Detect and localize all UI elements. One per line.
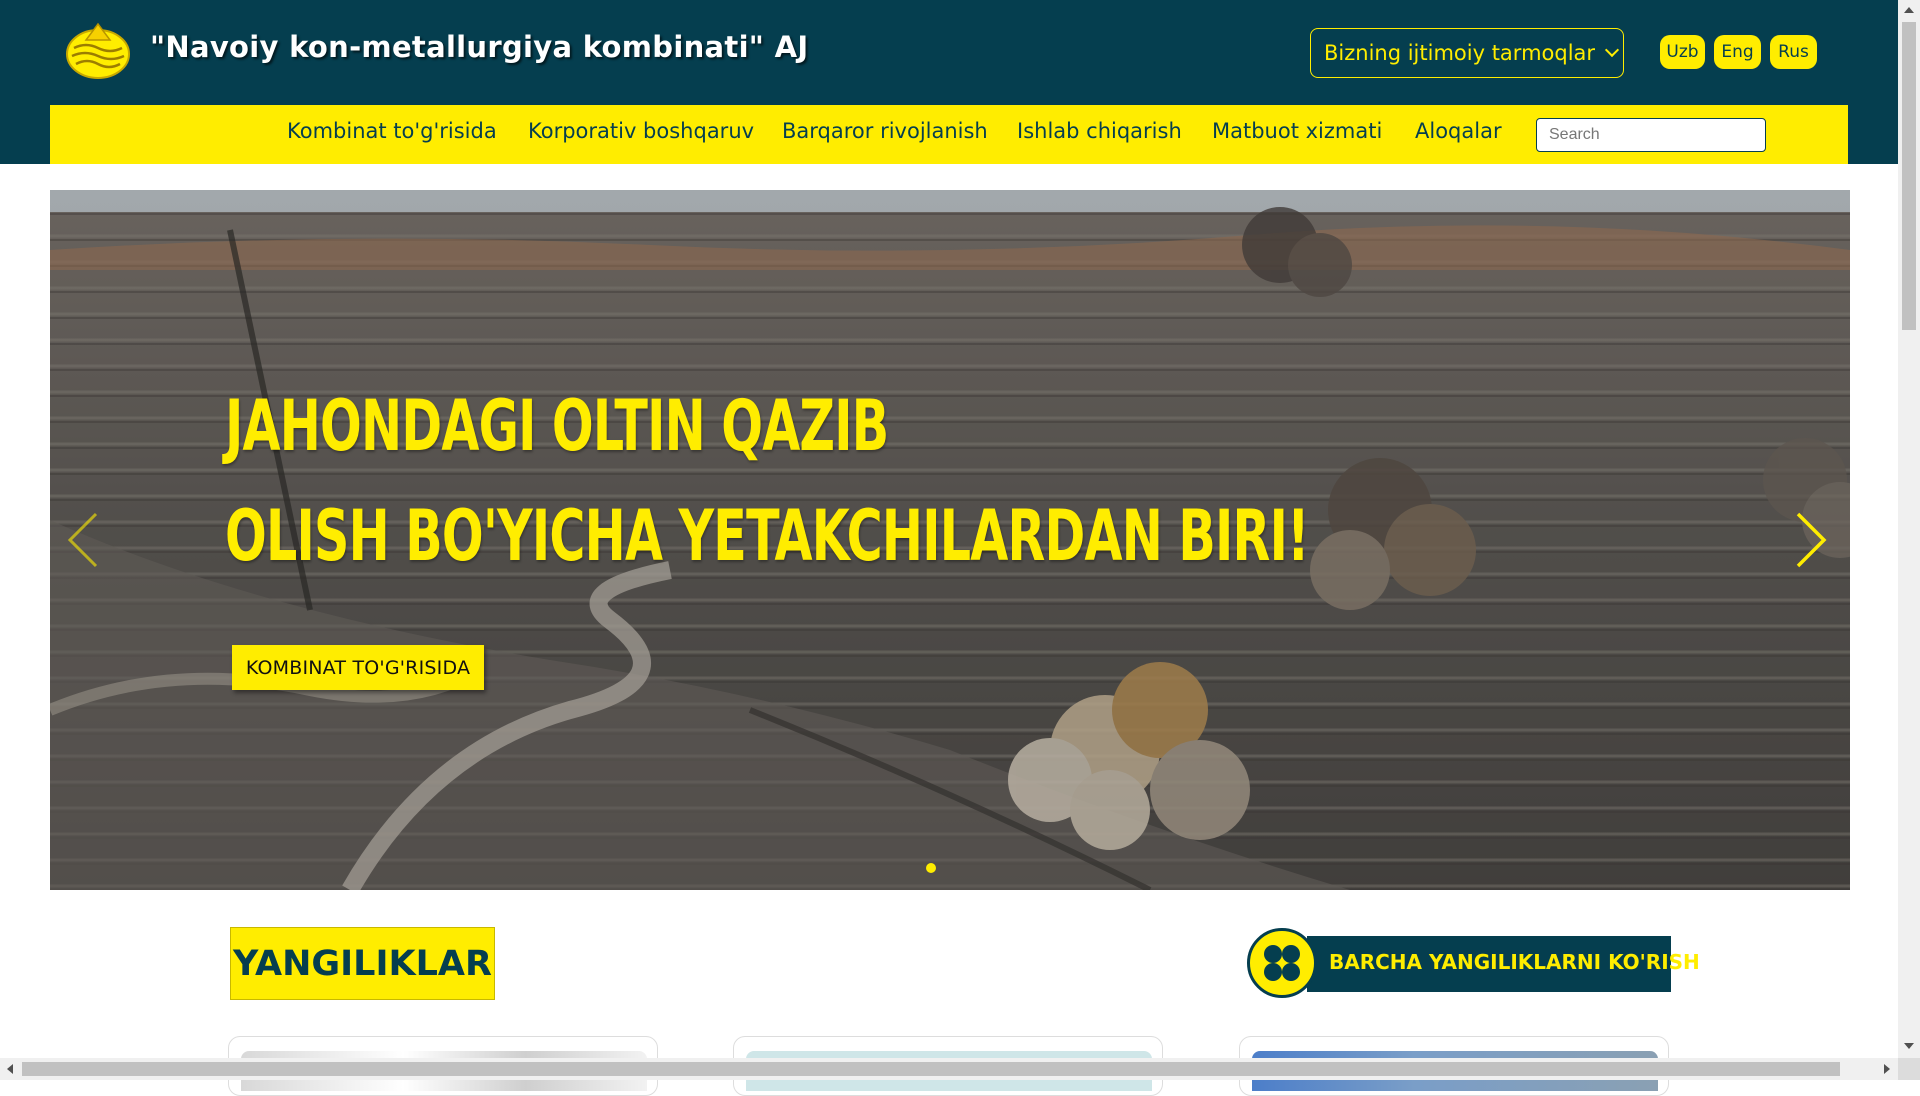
search-input[interactable] xyxy=(1536,118,1766,152)
nav-item-governance[interactable]: Korporativ boshqaruv xyxy=(528,119,754,143)
horizontal-scrollbar[interactable] xyxy=(0,1058,1898,1080)
vertical-scroll-thumb[interactable] xyxy=(1902,22,1916,330)
logo-icon[interactable] xyxy=(64,20,132,80)
scrollbar-corner xyxy=(1898,1058,1920,1080)
hero-heading-line-2: OLISH BO'YICHA YETAKCHILARDAN BIRI! xyxy=(225,495,1309,577)
all-news-label: BARCHA YANGILIKLARNI KO'RISH xyxy=(1329,950,1700,974)
all-news-circle xyxy=(1247,928,1317,998)
nav-item-press[interactable]: Matbuot xizmati xyxy=(1212,119,1382,143)
language-rus-button[interactable]: Rus xyxy=(1770,35,1817,69)
hero-heading-line-1: JAHONDAGI OLTIN QAZIB xyxy=(225,385,889,467)
chevron-down-icon xyxy=(1604,42,1620,58)
hero-about-button[interactable]: KOMBINAT TO'G'RISIDA xyxy=(232,645,484,690)
scroll-left-arrow-icon[interactable] xyxy=(7,1064,13,1074)
nav-item-about[interactable]: Kombinat to'g'risida xyxy=(287,119,497,143)
chevron-right-icon[interactable] xyxy=(1790,510,1834,570)
hero-carousel: JAHONDAGI OLTIN QAZIB OLISH BO'YICHA YET… xyxy=(50,190,1850,890)
nav-item-contacts[interactable]: Aloqalar xyxy=(1415,119,1502,143)
scroll-right-arrow-icon[interactable] xyxy=(1884,1064,1890,1074)
carousel-indicator[interactable] xyxy=(926,863,936,873)
main-nav: Kombinat to'g'risida Korporativ boshqaru… xyxy=(50,105,1848,164)
language-eng-button[interactable]: Eng xyxy=(1714,35,1761,69)
scroll-down-arrow-icon[interactable] xyxy=(1904,1043,1914,1049)
news-section-title: YANGILIKLAR xyxy=(230,927,495,1000)
site-header: "Navoiy kon-metallurgiya kombinati" AJ B… xyxy=(0,0,1898,164)
all-news-button[interactable]: BARCHA YANGILIKLARNI KO'RISH xyxy=(1247,928,1700,998)
language-uzb-button[interactable]: Uzb xyxy=(1660,35,1705,69)
social-dropdown-label: Bizning ijtimoiy tarmoqlar xyxy=(1324,41,1596,65)
nav-item-sustainability[interactable]: Barqaror rivojlanish xyxy=(782,119,988,143)
scroll-up-arrow-icon[interactable] xyxy=(1904,7,1914,13)
vertical-scrollbar[interactable] xyxy=(1898,0,1920,1080)
site-title[interactable]: "Navoiy kon-metallurgiya kombinati" AJ xyxy=(150,30,808,64)
social-networks-dropdown[interactable]: Bizning ijtimoiy tarmoqlar xyxy=(1310,28,1624,78)
nav-item-production[interactable]: Ishlab chiqarish xyxy=(1017,119,1182,143)
horizontal-scroll-thumb[interactable] xyxy=(22,1062,1840,1076)
chevron-left-icon[interactable] xyxy=(60,510,104,570)
grid-icon xyxy=(1264,945,1300,981)
